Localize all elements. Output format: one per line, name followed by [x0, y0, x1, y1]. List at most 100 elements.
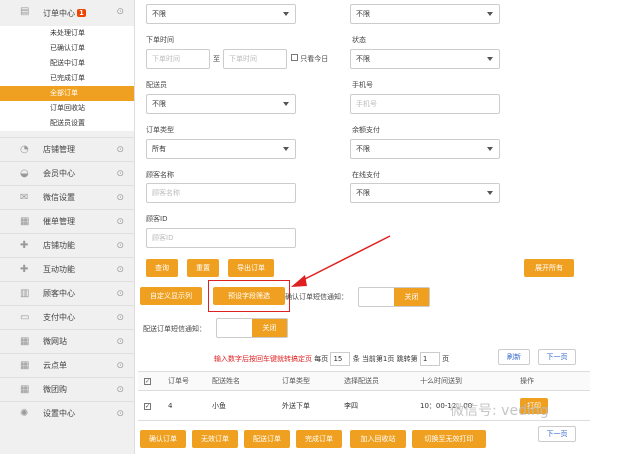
sidebar-group-microsite[interactable]: ▦ 微网站 ⊙: [0, 329, 134, 353]
collapse-icon[interactable]: ⊙: [116, 7, 124, 17]
sidebar-group-wechat[interactable]: ✉ 微信设置 ⊙: [0, 185, 134, 209]
next-page-bottom-button[interactable]: 下一页: [538, 426, 576, 442]
next-page-button[interactable]: 下一页: [538, 349, 576, 365]
sidebar-group-settings[interactable]: ✺ 设置中心 ⊙: [0, 401, 134, 425]
cell-courier: 李四: [338, 390, 414, 421]
status-select[interactable]: 不限: [350, 49, 500, 69]
chevron-down-icon: [283, 102, 289, 106]
sidebar-group-group-buy[interactable]: ▦ 微团购 ⊙: [0, 377, 134, 401]
jump-label: 跳转第: [396, 355, 418, 363]
sidebar-group-cloud-order[interactable]: ▦ 云点单 ⊙: [0, 353, 134, 377]
sidebar-item-recycle[interactable]: 订单回收站: [0, 101, 134, 116]
top-left-select[interactable]: 不限: [146, 4, 296, 24]
sidebar-item-unprocessed[interactable]: 未处理订单: [0, 26, 134, 41]
customer-name-input[interactable]: 顾客名称: [146, 183, 296, 203]
confirm-sms-label: 确认订单短信通知：: [285, 293, 348, 301]
plus-icon: ✚: [20, 264, 29, 275]
to-label: 至: [213, 55, 220, 63]
customer-id-input[interactable]: 顾客ID: [146, 228, 296, 248]
col-type: 订单类型: [276, 371, 338, 391]
book-icon: ▥: [20, 288, 30, 299]
jump-unit: 页: [442, 355, 450, 363]
per-page-unit: 条: [352, 355, 360, 363]
select-value: 不限: [152, 10, 166, 18]
sidebar: ▤ 订单中心 1 ⊙ 未处理订单 已确认订单 配送中订单 已完成订单 全部订单 …: [0, 0, 135, 454]
collapse-icon[interactable]: ⊙: [116, 193, 124, 203]
row-select-cell[interactable]: ✓: [138, 390, 162, 421]
collapse-icon[interactable]: ⊙: [116, 145, 124, 155]
order-type-select[interactable]: 所有: [146, 139, 296, 159]
custom-columns-button[interactable]: 自定义显示列: [140, 287, 202, 305]
courier-select[interactable]: 不限: [146, 94, 296, 114]
sidebar-group-members[interactable]: ◒ 会员中心 ⊙: [0, 161, 134, 185]
delivery-sms-label: 配送订单短信通知：: [143, 325, 206, 333]
sidebar-group-interactive[interactable]: ✚ 互动功能 ⊙: [0, 257, 134, 281]
balance-pay-select[interactable]: 不限: [350, 139, 500, 159]
complete-order-button[interactable]: 完成订单: [296, 430, 342, 448]
sidebar-item-delivering[interactable]: 配送中订单: [0, 56, 134, 71]
today-only-checkbox[interactable]: 只看今日: [291, 54, 328, 64]
switch-print-button[interactable]: 切换至无效打印: [412, 430, 486, 448]
phone-input[interactable]: 手机号: [350, 94, 500, 114]
sidebar-item-all-orders[interactable]: 全部订单: [0, 86, 134, 101]
table-icon: ▦: [20, 216, 30, 227]
select-value: 所有: [152, 145, 166, 153]
confirm-order-button[interactable]: 确认订单: [140, 430, 186, 448]
grid-icon: ▦: [20, 336, 30, 347]
sidebar-group-payment[interactable]: ▭ 支付中心 ⊙: [0, 305, 134, 329]
start-time-input[interactable]: 下单时间: [146, 49, 210, 69]
search-button[interactable]: 查询: [146, 259, 178, 277]
select-value: 不限: [356, 145, 370, 153]
checkbox-icon[interactable]: ✓: [144, 402, 151, 410]
deliver-order-button[interactable]: 配送订单: [244, 430, 290, 448]
collapse-icon[interactable]: ⊙: [116, 409, 124, 419]
sidebar-group-shop[interactable]: ◔ 店铺管理 ⊙: [0, 137, 134, 161]
collapse-icon[interactable]: ⊙: [116, 361, 124, 371]
sidebar-item-completed[interactable]: 已完成订单: [0, 71, 134, 86]
chart-icon: ◔: [20, 144, 29, 155]
expand-all-button[interactable]: 展开所有: [524, 259, 574, 277]
export-button[interactable]: 导出订单: [228, 259, 274, 277]
courier-label: 配送员: [146, 81, 167, 89]
collapse-icon[interactable]: ⊙: [116, 169, 124, 179]
select-all-cell[interactable]: ✓: [138, 371, 162, 391]
plus-icon: ✚: [20, 240, 29, 251]
sidebar-group-shop-functions[interactable]: ✚ 店铺功能 ⊙: [0, 233, 134, 257]
online-pay-select[interactable]: 不限: [350, 183, 500, 203]
collapse-icon[interactable]: ⊙: [116, 337, 124, 347]
pager: 输入数字后按回车键就转搞定页 每页 15 条 当前第1页 跳转第 1 页: [214, 352, 449, 366]
checkbox-icon[interactable]: ✓: [144, 378, 151, 385]
sidebar-item-confirmed[interactable]: 已确认订单: [0, 41, 134, 56]
grid-icon: ▦: [20, 384, 30, 395]
collapse-icon[interactable]: ⊙: [116, 289, 124, 299]
sidebar-item-courier-settings[interactable]: 配送员设置: [0, 116, 134, 131]
refresh-button[interactable]: 刷新: [498, 349, 530, 365]
cell-type: 外送下单: [276, 390, 338, 421]
delivery-sms-toggle[interactable]: 关闭: [216, 318, 288, 338]
jump-input[interactable]: 1: [419, 352, 440, 366]
sidebar-group-customers[interactable]: ▥ 顾客中心 ⊙: [0, 281, 134, 305]
cell-order-id: 4: [162, 390, 206, 421]
collapse-icon[interactable]: ⊙: [116, 217, 124, 227]
toggle-state: 关闭: [252, 319, 287, 337]
collapse-icon[interactable]: ⊙: [116, 385, 124, 395]
checkbox-icon[interactable]: [291, 54, 298, 61]
reset-button[interactable]: 重置: [187, 259, 219, 277]
collapse-icon[interactable]: ⊙: [116, 241, 124, 251]
recycle-button[interactable]: 加入回收站: [350, 430, 406, 448]
sidebar-order-center[interactable]: ▤ 订单中心 1 ⊙: [0, 0, 134, 26]
pay-icon: ▭: [20, 312, 30, 323]
sidebar-group-reminders[interactable]: ▦ 催单管理 ⊙: [0, 209, 134, 233]
collapse-icon[interactable]: ⊙: [116, 313, 124, 323]
col-courier: 选择配送员: [338, 371, 414, 391]
grid-icon: ▦: [20, 360, 30, 371]
phone-label: 手机号: [352, 81, 373, 89]
end-time-input[interactable]: 下单时间: [223, 49, 287, 69]
today-only-label: 只看今日: [300, 55, 329, 63]
per-page-input[interactable]: 15: [330, 352, 351, 366]
top-right-select[interactable]: 不限: [350, 4, 500, 24]
collapse-icon[interactable]: ⊙: [116, 265, 124, 275]
select-value: 不限: [356, 55, 370, 63]
preset-filter-button[interactable]: 预设字段筛选: [213, 287, 285, 305]
invalid-order-button[interactable]: 无效订单: [192, 430, 238, 448]
